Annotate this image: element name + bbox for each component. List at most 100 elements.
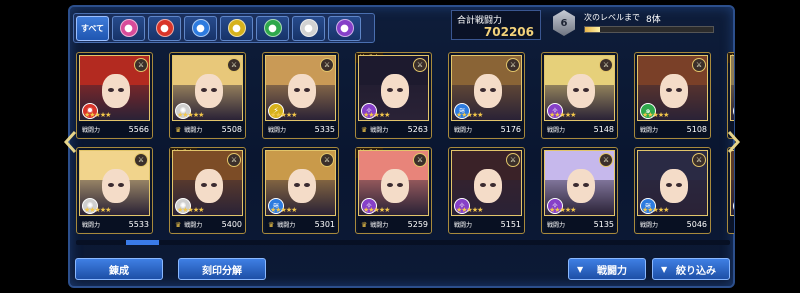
character-portrait: ✹ ⚔ ★★★★★ <box>79 55 150 121</box>
rarity-stars-icon: ★★★★★ <box>549 206 576 214</box>
scroll-right-arrow-icon[interactable] <box>725 130 741 154</box>
power-value: 5148 <box>593 125 614 134</box>
portrait-eye <box>397 183 403 187</box>
portrait-hair <box>731 151 734 180</box>
filter-tab-0[interactable]: すべて <box>76 15 109 41</box>
portrait-eye <box>490 88 496 92</box>
character-card[interactable]: ✧ ⚔ ★★★★★ 戦闘力 5151 <box>448 147 525 234</box>
scrollbar-thumb[interactable] <box>126 240 159 245</box>
sort-button[interactable]: ▼ 戦闘力 <box>568 258 646 280</box>
filter-tab-6[interactable]: ● <box>292 15 325 41</box>
level-progress-bar <box>584 26 714 33</box>
character-card[interactable]: ๑⚔★★★★★ <box>727 147 734 234</box>
portrait-eye <box>583 88 589 92</box>
sort-button-label: 戦闘力 <box>597 265 627 277</box>
rarity-stars-icon: ★★★★★ <box>456 206 483 214</box>
seal-dismantle-button[interactable]: 刻印分解 <box>178 258 266 280</box>
filter-tab-5[interactable]: ● <box>256 15 289 41</box>
character-card[interactable]: 編成中✺⚔★★★★★♛戦闘力5400 <box>169 147 246 234</box>
portrait-face <box>567 169 595 203</box>
character-card[interactable]: ≋ ⚔ ★★★★★ 戦闘力 5176 <box>448 52 525 139</box>
character-portrait: ≋ ⚔ ★★★★★ <box>637 150 708 216</box>
class-icon: ⚔ <box>692 58 706 72</box>
power-label: 戦闘力 <box>268 127 287 134</box>
character-portrait: ✺ ⚔ ★★★★★ <box>79 150 150 216</box>
attribute-filter-bar: すべて ● ● ● ● ● ● ● <box>73 13 375 43</box>
filter-tab-2[interactable]: ● <box>148 15 181 41</box>
total-power-box: 合計戦闘力 702206 <box>451 10 541 40</box>
class-icon: ⚔ <box>227 153 241 167</box>
power-value: 5259 <box>407 220 428 229</box>
character-card[interactable]: ✧ ⚔ ★★★★★ 戦闘力 5148 <box>541 52 618 139</box>
character-card[interactable]: ✧ ⚔ ★★★★★ 戦闘力 5135 <box>541 147 618 234</box>
portrait-eye <box>387 183 393 187</box>
power-label: 戦闘力 <box>370 127 389 134</box>
grid-scrollbar[interactable] <box>76 240 730 245</box>
character-card[interactable]: 編成中✧⚔★★★★★♛戦闘力5259 <box>355 147 432 234</box>
power-stat-row: ♛ 戦闘力 5508 <box>172 122 245 137</box>
crown-icon: ♛ <box>361 220 368 229</box>
fire-icon: ● <box>155 19 174 37</box>
character-portrait: ✧⚔★★★★★ <box>544 55 615 121</box>
portrait-face <box>102 74 130 108</box>
portrait-eye <box>294 183 300 187</box>
next-level-count: 8体 <box>646 15 661 25</box>
character-card[interactable]: 編成中✧⚔★★★★★ <box>727 52 734 139</box>
character-card[interactable]: 編成中✧⚔★★★★★♛戦闘力5263 <box>355 52 432 139</box>
thunder-icon: ● <box>227 19 246 37</box>
class-icon: ⚔ <box>506 153 520 167</box>
class-icon: ⚔ <box>599 153 613 167</box>
character-portrait: ⚡ ⚔ ★★★★★ <box>265 55 336 121</box>
character-card[interactable]: ≋ ⚔ ★★★★★ ♛ 戦闘力 5301 <box>262 147 339 234</box>
character-card[interactable]: ✺ ⚔ ★★★★★ 戦闘力 5533 <box>76 147 153 234</box>
rarity-stars-icon: ★★★★★ <box>177 111 204 119</box>
total-power-value: 702206 <box>483 25 534 39</box>
character-portrait: ✧⚔★★★★★ <box>451 150 522 216</box>
character-portrait: ✧⚔★★★★★ <box>730 55 734 121</box>
crown-icon: ♛ <box>175 125 182 134</box>
portrait-face <box>474 74 502 108</box>
class-icon: ⚔ <box>134 58 148 72</box>
power-label: 戦闘力 <box>184 127 203 134</box>
power-value: 5151 <box>500 220 521 229</box>
portrait-face <box>288 169 316 203</box>
portrait-face <box>567 74 595 108</box>
portrait-eye <box>666 183 672 187</box>
class-icon: ⚔ <box>134 153 148 167</box>
filter-tab-3[interactable]: ● <box>184 15 217 41</box>
filter-tab-1[interactable]: ● <box>112 15 145 41</box>
chevron-down-icon: ▼ <box>577 264 584 274</box>
filter-tab-7[interactable]: ● <box>328 15 361 41</box>
character-card[interactable]: ≋ ⚔ ★★★★★ 戦闘力 5046 <box>634 147 711 234</box>
character-portrait: ✺ ⚔ ★★★★★ <box>172 150 243 216</box>
filter-button[interactable]: ▼ 絞り込み <box>652 258 730 280</box>
power-stat-row: 戦闘力 5135 <box>544 217 617 232</box>
rarity-stars-icon: ★★★★★ <box>549 111 576 119</box>
character-card[interactable]: ✹ ⚔ ★★★★★ 戦闘力 5566 <box>76 52 153 139</box>
portrait-eye <box>573 88 579 92</box>
power-value: 5533 <box>128 220 149 229</box>
rarity-stars-icon: ★★★★★ <box>363 206 390 214</box>
filter-button-label: 絞り込み <box>676 265 716 277</box>
scroll-left-arrow-icon[interactable] <box>63 130 79 154</box>
class-icon: ⚔ <box>599 58 613 72</box>
portrait-eye <box>676 183 682 187</box>
wind-attribute-icon: ๑ <box>733 198 734 214</box>
portrait-face <box>288 74 316 108</box>
character-portrait: ≋ ⚔ ★★★★★ <box>451 55 522 121</box>
refine-button[interactable]: 錬成 <box>75 258 163 280</box>
character-portrait: ≋ ⚔ ★★★★★ <box>265 150 336 216</box>
portrait-eye <box>118 183 124 187</box>
power-label: 戦闘力 <box>547 222 566 229</box>
character-card[interactable]: ✺ ⚔ ★★★★★ ♛ 戦闘力 5508 <box>169 52 246 139</box>
character-card[interactable]: ๑ ⚔ ★★★★★ 戦闘力 5108 <box>634 52 711 139</box>
rarity-stars-icon: ★★★★★ <box>642 206 669 214</box>
character-portrait: ✧⚔★★★★★ <box>358 150 429 216</box>
portrait-eye <box>583 183 589 187</box>
power-value: 5135 <box>593 220 614 229</box>
portrait-eye <box>294 88 300 92</box>
power-stat-row: ♛ 戦闘力 5263 <box>358 122 431 137</box>
portrait-eye <box>573 183 579 187</box>
filter-tab-4[interactable]: ● <box>220 15 253 41</box>
character-card[interactable]: ⚡ ⚔ ★★★★★ 戦闘力 5335 <box>262 52 339 139</box>
